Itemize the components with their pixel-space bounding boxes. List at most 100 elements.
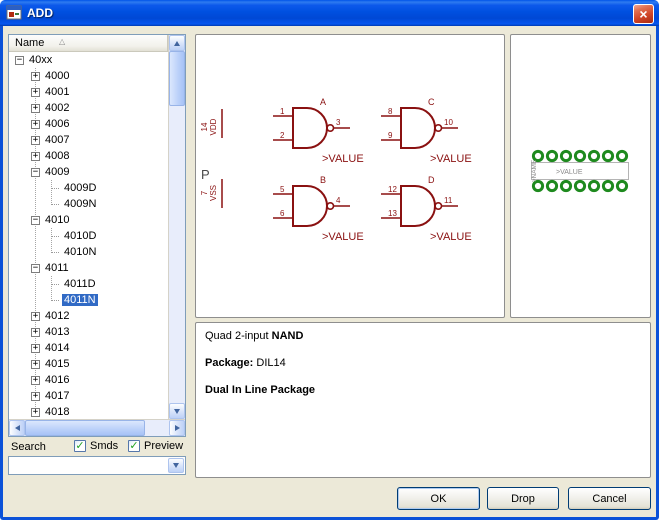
tree-item[interactable]: +4008 (9, 148, 168, 164)
tree-item-label[interactable]: 4006 (43, 118, 71, 130)
combobox-dropdown-button[interactable] (168, 458, 184, 473)
vertical-scrollbar-track[interactable] (169, 51, 185, 403)
pin-number: 13 (388, 209, 397, 218)
tree-item[interactable]: +4014 (9, 340, 168, 356)
tree-item[interactable]: 4010N (9, 244, 168, 260)
gate-value-label: >VALUE (430, 231, 472, 243)
scroll-right-button[interactable] (169, 420, 185, 436)
scroll-down-button[interactable] (169, 403, 185, 419)
tree-item-label[interactable]: 4001 (43, 86, 71, 98)
tree-item[interactable]: 4010D (9, 228, 168, 244)
collapse-icon[interactable]: − (31, 264, 40, 273)
expand-icon[interactable]: + (31, 392, 40, 401)
expand-icon[interactable]: + (31, 360, 40, 369)
tree-item[interactable]: +4018 (9, 404, 168, 419)
tree-header-label: Name (15, 37, 44, 49)
drop-button[interactable]: Drop (487, 487, 559, 510)
tree-item[interactable]: 4009N (9, 196, 168, 212)
tree-item-label[interactable]: 4009D (62, 182, 98, 194)
pin-number: 5 (280, 185, 285, 194)
tree-horizontal-scrollbar[interactable] (9, 419, 185, 436)
tree-item-label[interactable]: 4010D (62, 230, 98, 242)
tree-item[interactable]: +4007 (9, 132, 168, 148)
tree-item[interactable]: +4016 (9, 372, 168, 388)
pin-number: 10 (444, 118, 453, 127)
ok-button[interactable]: OK (397, 487, 480, 510)
expand-icon[interactable]: + (31, 72, 40, 81)
tree-item-label[interactable]: 4012 (43, 310, 71, 322)
horizontal-scrollbar-track[interactable] (25, 420, 169, 436)
tree-item[interactable]: +4000 (9, 68, 168, 84)
description-package: Package: DIL14 (205, 357, 641, 369)
tree-item-label[interactable]: 4007 (43, 134, 71, 146)
tree-column-header[interactable]: Name (9, 35, 168, 52)
tree-item[interactable]: +4017 (9, 388, 168, 404)
titlebar[interactable]: ADD (0, 0, 659, 26)
tree-item-label[interactable]: 4016 (43, 374, 71, 386)
expand-icon[interactable]: + (31, 136, 40, 145)
tree-item-label[interactable]: 4011N (62, 294, 98, 306)
cancel-button[interactable]: Cancel (568, 487, 651, 510)
tree-item[interactable]: −40xx (9, 52, 168, 68)
expand-icon[interactable]: + (31, 344, 40, 353)
close-button[interactable] (633, 4, 654, 24)
expand-icon[interactable]: + (31, 120, 40, 129)
tree-item-label[interactable]: 4011 (43, 262, 71, 274)
tree-item-label[interactable]: 4015 (43, 358, 71, 370)
tree-vertical-scrollbar[interactable] (168, 35, 185, 419)
gate-output-bubble (435, 125, 441, 131)
tree-item[interactable]: 4009D (9, 180, 168, 196)
tree-item[interactable]: −4011 (9, 260, 168, 276)
expand-icon[interactable]: + (31, 408, 40, 417)
expand-icon[interactable]: + (31, 104, 40, 113)
collapse-icon[interactable]: − (15, 56, 24, 65)
tree-item-label[interactable]: 4018 (43, 406, 71, 418)
tree-item-label[interactable]: 4011D (62, 278, 98, 290)
expand-icon[interactable]: + (31, 152, 40, 161)
collapse-icon[interactable]: − (31, 168, 40, 177)
scroll-up-button[interactable] (169, 35, 185, 51)
tree-item-label[interactable]: 4009N (62, 198, 98, 210)
tree-item-label[interactable]: 4000 (43, 70, 71, 82)
expand-icon[interactable]: + (31, 312, 40, 321)
smds-checkbox[interactable]: Smds (74, 440, 118, 452)
preview-checkbox[interactable]: Preview (128, 440, 183, 452)
smds-checkbox-label: Smds (90, 440, 118, 452)
expand-icon[interactable]: + (31, 376, 40, 385)
scroll-left-button[interactable] (9, 420, 25, 436)
tree-item[interactable]: +4006 (9, 116, 168, 132)
gate-name: C (428, 97, 435, 107)
tree-indent (9, 268, 31, 269)
expand-icon[interactable]: + (31, 88, 40, 97)
expand-icon[interactable]: + (31, 328, 40, 337)
tree-item-label[interactable]: 4017 (43, 390, 71, 402)
tree-item[interactable]: +4015 (9, 356, 168, 372)
tree-item[interactable]: −4009 (9, 164, 168, 180)
tree-item-label[interactable]: 4008 (43, 150, 71, 162)
tree-item[interactable]: 4011N (9, 292, 168, 308)
vertical-scrollbar-thumb[interactable] (169, 51, 185, 106)
checkbox-checked-icon[interactable] (74, 440, 86, 452)
tree-item[interactable]: 4011D (9, 276, 168, 292)
tree-item-label[interactable]: 4013 (43, 326, 71, 338)
tree-item[interactable]: +4002 (9, 100, 168, 116)
tree-item[interactable]: −4010 (9, 212, 168, 228)
package-pad (589, 181, 598, 190)
horizontal-scrollbar-thumb[interactable] (25, 420, 145, 436)
tree-item[interactable]: +4001 (9, 84, 168, 100)
checkbox-checked-icon[interactable] (128, 440, 140, 452)
tree-connector (51, 204, 59, 205)
tree-item-label[interactable]: 4002 (43, 102, 71, 114)
tree-item-label[interactable]: 4014 (43, 342, 71, 354)
tree-item-label[interactable]: 40xx (27, 54, 54, 66)
tree-item-label[interactable]: 4009 (43, 166, 71, 178)
tree-item-label[interactable]: 4010N (62, 246, 98, 258)
tree-item[interactable]: +4013 (9, 324, 168, 340)
tree-item-label[interactable]: 4010 (43, 214, 71, 226)
search-input[interactable] (9, 457, 167, 474)
search-row: Search Smds Preview (8, 440, 186, 456)
collapse-icon[interactable]: − (31, 216, 40, 225)
package-pad (603, 151, 612, 160)
search-combobox[interactable] (8, 456, 186, 475)
tree-item[interactable]: +4012 (9, 308, 168, 324)
